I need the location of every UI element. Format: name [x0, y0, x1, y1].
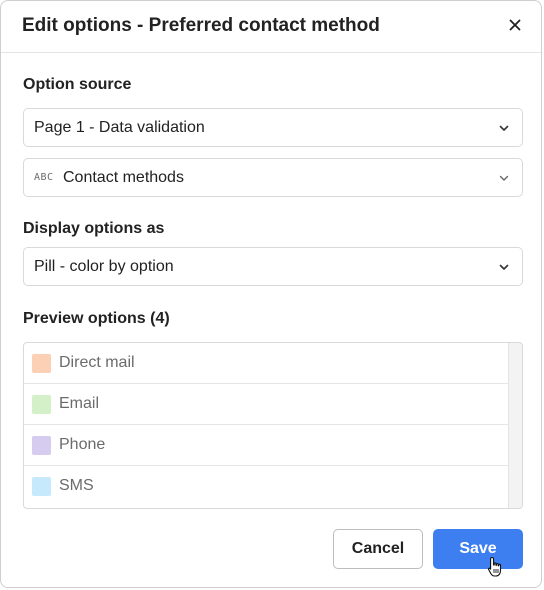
cancel-button[interactable]: Cancel [333, 529, 423, 569]
option-label: Direct mail [59, 354, 135, 371]
color-swatch [32, 436, 51, 455]
chevron-down-icon [499, 125, 509, 131]
list-item: Email [24, 384, 508, 425]
text-field-type-icon: ABC [34, 172, 54, 183]
option-label: SMS [59, 477, 94, 494]
option-label: Phone [59, 436, 106, 453]
save-button[interactable]: Save [433, 529, 523, 569]
dialog-header: Edit options - Preferred contact method [1, 1, 541, 53]
preview-options-list: Direct mail Email Phone SMS [23, 342, 523, 509]
close-icon [509, 19, 521, 31]
chevron-down-icon [499, 175, 509, 181]
page-select[interactable]: Page 1 - Data validation [23, 108, 523, 147]
display-select-value: Pill - color by option [34, 258, 174, 275]
option-label: Email [59, 395, 100, 412]
list-item: Direct mail [24, 343, 508, 384]
page-select-value: Page 1 - Data validation [34, 119, 205, 136]
color-swatch [32, 477, 51, 496]
color-swatch [32, 354, 51, 373]
close-button[interactable] [505, 15, 525, 35]
chevron-down-icon [499, 264, 509, 270]
edit-options-dialog: Edit options - Preferred contact method … [0, 0, 542, 588]
scrollbar[interactable] [508, 343, 522, 508]
list-item: SMS [24, 466, 508, 507]
option-source-label: Option source [23, 76, 132, 93]
hand-pointer-cursor-icon [487, 556, 502, 577]
field-select-value: Contact methods [63, 169, 184, 186]
list-item: Phone [24, 425, 508, 466]
color-swatch [32, 395, 51, 414]
display-select[interactable]: Pill - color by option [23, 247, 523, 286]
preview-options-label: Preview options (4) [23, 310, 170, 327]
field-select[interactable]: ABC Contact methods [23, 158, 523, 197]
dialog-title: Edit options - Preferred contact method [22, 15, 380, 36]
display-options-label: Display options as [23, 220, 165, 237]
